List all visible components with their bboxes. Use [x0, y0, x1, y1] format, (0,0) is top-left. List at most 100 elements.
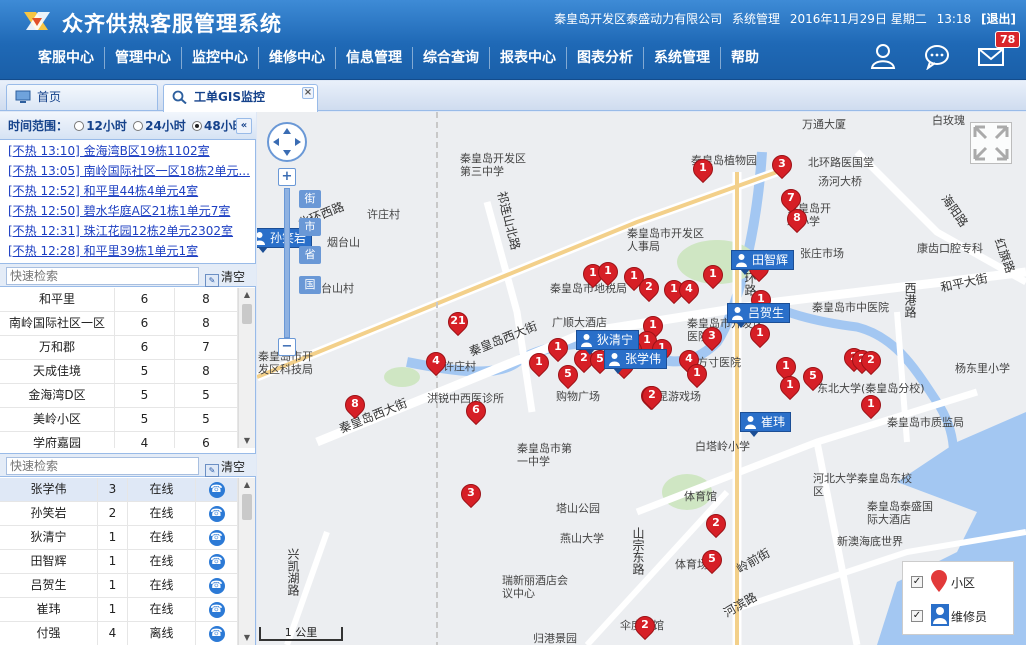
table-row[interactable]: 田智辉 1 在线 ☎ [0, 550, 238, 574]
community-search-input[interactable] [6, 267, 199, 285]
legend-staff[interactable]: ✓ 维修员 [911, 602, 1011, 630]
staff-marker[interactable]: 狄清宁 [576, 330, 640, 355]
phone-icon[interactable]: ☎ [208, 601, 225, 618]
nav-info-management[interactable]: 信息管理 [336, 47, 413, 69]
community-pin[interactable]: 1 [524, 348, 554, 378]
table-row[interactable]: 美岭小区 5 5 [0, 408, 238, 432]
tab-gis-monitor[interactable]: 工单GIS监控 × [163, 84, 318, 112]
community-pin[interactable]: 21 [443, 307, 473, 337]
table-row[interactable]: 崔玮 1 在线 ☎ [0, 598, 238, 622]
staff-marker[interactable]: 崔玮 [740, 412, 792, 437]
scroll-up-icon[interactable]: ▲ [242, 480, 252, 490]
zoom-in-button[interactable]: + [278, 168, 296, 186]
nav-help[interactable]: 帮助 [721, 47, 769, 69]
zoom-slider[interactable] [284, 188, 290, 338]
community-clear-button[interactable]: ✎ 清空 [205, 268, 245, 287]
community-pin[interactable]: 1 [543, 333, 573, 363]
map-pan-control[interactable] [267, 122, 307, 162]
range-12h-label[interactable]: 12小时 [86, 119, 127, 133]
phone-icon[interactable]: ☎ [208, 505, 225, 522]
community-pin[interactable]: 5 [697, 545, 727, 575]
phone-icon[interactable]: ☎ [208, 553, 225, 570]
range-24h-radio[interactable] [133, 121, 144, 131]
community-scrollbar[interactable]: ▲ ▼ [238, 288, 255, 448]
table-row[interactable]: 张学伟 3 在线 ☎ [0, 478, 238, 502]
nav-monitoring[interactable]: 监控中心 [182, 47, 259, 69]
nav-maintenance[interactable]: 维修中心 [259, 47, 336, 69]
community-pin[interactable]: 1 [682, 359, 712, 389]
community-pin[interactable]: 4 [421, 347, 451, 377]
range-12h-radio[interactable] [74, 121, 85, 131]
community-pin[interactable]: 2 [630, 611, 660, 641]
phone-icon[interactable]: ☎ [208, 577, 225, 594]
community-pin[interactable]: 2 [637, 381, 667, 411]
table-row[interactable]: 狄清宁 1 在线 ☎ [0, 526, 238, 550]
table-row[interactable]: 学府嘉园 4 6 [0, 432, 238, 448]
tab-home[interactable]: 首页 [6, 84, 158, 110]
community-pin[interactable]: 8 [782, 204, 812, 234]
scroll-thumb[interactable] [242, 494, 252, 520]
nav-system[interactable]: 系统管理 [644, 47, 721, 69]
collapse-panel-icon[interactable]: « [236, 118, 252, 134]
phone-icon[interactable]: ☎ [208, 625, 225, 642]
table-row[interactable]: 吕贺生 1 在线 ☎ [0, 574, 238, 598]
community-pin[interactable]: 3 [456, 479, 486, 509]
alert-item[interactable]: [不热 13:10] 金海湾B区19栋1102室 [0, 141, 256, 161]
staff-marker[interactable]: 吕贺生 [727, 303, 791, 328]
community-pin[interactable]: 1 [688, 154, 718, 184]
map-type-toggle[interactable] [970, 122, 1012, 164]
phone-icon[interactable]: ☎ [208, 481, 225, 498]
chat-icon[interactable] [923, 42, 951, 70]
zoom-out-button[interactable]: − [278, 338, 296, 356]
community-pin[interactable]: 8 [340, 390, 370, 420]
alert-item[interactable]: [不热 12:31] 珠江花园12栋2单元2302室 [0, 221, 256, 241]
community-pin[interactable]: 4 [674, 275, 704, 305]
zoom-level-country[interactable]: 国 [299, 276, 321, 294]
scroll-down-icon[interactable]: ▼ [242, 633, 252, 643]
community-pin[interactable]: 2 [856, 346, 886, 376]
legend-community[interactable]: ✓ 小区 [911, 568, 1011, 596]
range-48h-radio[interactable] [191, 121, 202, 131]
logout-link[interactable]: [退出] [981, 12, 1016, 26]
phone-icon[interactable]: ☎ [208, 529, 225, 546]
community-pin[interactable]: 3 [697, 322, 727, 352]
table-row[interactable]: 天成佳境 5 8 [0, 360, 238, 384]
table-row[interactable]: 付强 4 离线 ☎ [0, 622, 238, 645]
community-pin[interactable]: 1 [745, 319, 775, 349]
alert-item[interactable]: [不热 12:28] 和平里39栋1单元1室 [0, 241, 256, 261]
community-pin[interactable]: 2 [634, 273, 664, 303]
legend-staff-checkbox[interactable]: ✓ [911, 610, 923, 622]
alert-item[interactable]: [不热 12:50] 碧水华庭A区21栋1单元7室 [0, 201, 256, 221]
nav-customer-service[interactable]: 客服中心 [28, 47, 105, 69]
nav-management[interactable]: 管理中心 [105, 47, 182, 69]
scroll-down-icon[interactable]: ▼ [242, 436, 252, 446]
range-24h-label[interactable]: 24小时 [145, 119, 186, 133]
legend-community-checkbox[interactable]: ✓ [911, 576, 923, 588]
community-pin[interactable]: 2 [701, 509, 731, 539]
community-pin[interactable]: 1 [698, 260, 728, 290]
community-pin[interactable]: 3 [767, 150, 797, 180]
zoom-level-city[interactable]: 市 [299, 218, 321, 236]
staff-clear-button[interactable]: ✎ 清空 [205, 458, 245, 477]
alert-item[interactable]: [不热 13:05] 南岭国际社区一区18栋2单元... [0, 161, 256, 181]
community-pin[interactable]: 1 [856, 390, 886, 420]
staff-marker[interactable]: 张学伟 [604, 349, 668, 374]
nav-charts[interactable]: 图表分析 [567, 47, 644, 69]
staff-scrollbar[interactable]: ▲ ▼ [238, 478, 255, 645]
table-row[interactable]: 孙笑岩 2 在线 ☎ [0, 502, 238, 526]
table-row[interactable]: 南岭国际社区一区 6 8 [0, 312, 238, 336]
alert-item[interactable]: [不热 12:52] 和平里44栋4单元4室 [0, 181, 256, 201]
nav-query[interactable]: 综合查询 [413, 47, 490, 69]
table-row[interactable]: 金海湾D区 5 5 [0, 384, 238, 408]
community-pin[interactable]: 5 [798, 362, 828, 392]
community-pin[interactable]: 1 [593, 257, 623, 287]
community-pin[interactable]: 1 [775, 371, 805, 401]
zoom-level-province[interactable]: 省 [299, 246, 321, 264]
community-pin[interactable]: 6 [461, 396, 491, 426]
tab-close-icon[interactable]: × [302, 87, 314, 99]
table-row[interactable]: 万和郡 6 7 [0, 336, 238, 360]
nav-reports[interactable]: 报表中心 [490, 47, 567, 69]
staff-search-input[interactable] [6, 457, 199, 475]
gis-map[interactable]: 万通大厦 白玫瑰 秦皇岛植物园 北环路医国堂 汤河大桥 秦皇岛开发区第三中学 许… [257, 112, 1026, 645]
scroll-up-icon[interactable]: ▲ [242, 290, 252, 300]
